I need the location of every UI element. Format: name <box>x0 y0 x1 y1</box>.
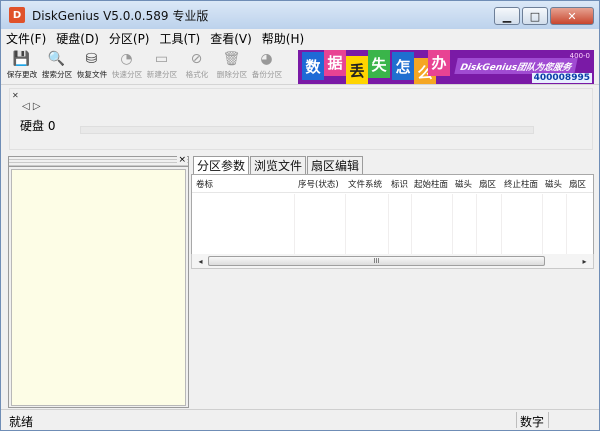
app-window: D DiskGenius V5.0.0.589 专业版 ▁ □ ✕ 文件(F) … <box>0 0 600 431</box>
horizontal-scrollbar[interactable]: ◂ III ▸ <box>191 254 594 269</box>
banner-tile: 怎 <box>392 52 414 80</box>
status-divider <box>516 412 517 428</box>
format-icon: ⊘ <box>190 51 203 67</box>
column-divider <box>345 194 346 255</box>
close-icon[interactable]: × <box>177 155 187 165</box>
tool-label: 新建分区 <box>146 70 177 79</box>
column-divider <box>294 194 295 255</box>
menu-partition[interactable]: 分区(P) <box>104 30 155 47</box>
title-bar[interactable]: D DiskGenius V5.0.0.589 专业版 ▁ □ ✕ <box>1 1 599 29</box>
column-divider <box>388 194 389 255</box>
table-header: 卷标 序号(状态) 文件系统 标识 起始柱面 磁头 扇区 终止柱面 磁头 扇区 <box>192 175 593 193</box>
column-divider <box>501 194 502 255</box>
scrollbar-thumb[interactable]: III <box>208 256 545 266</box>
banner-tag: 400-0 <box>569 52 590 60</box>
backup-partition-icon: ◕ <box>260 51 273 67</box>
column-divider <box>452 194 453 255</box>
banner-tile: 据 <box>324 50 346 76</box>
status-text: 就绪 <box>9 415 34 429</box>
tab-browse-files[interactable]: 浏览文件 <box>250 156 307 174</box>
close-icon[interactable]: ✕ <box>12 91 19 100</box>
disk-nav-arrows[interactable]: ◁ ▷ <box>22 101 41 112</box>
tool-label: 备份分区 <box>251 70 282 79</box>
panel-header: × <box>9 155 188 167</box>
tool-label: 删除分区 <box>216 70 247 79</box>
partition-table[interactable]: 卷标 序号(状态) 文件系统 标识 起始柱面 磁头 扇区 终止柱面 磁头 扇区 <box>191 174 594 255</box>
column-divider <box>566 194 567 255</box>
backup-partition-button[interactable]: ◕ 备份分区 <box>249 48 284 84</box>
menu-tools[interactable]: 工具(T) <box>155 30 206 47</box>
tool-label: 搜索分区 <box>41 70 72 79</box>
maximize-button[interactable]: □ <box>522 7 548 25</box>
menu-help[interactable]: 帮助(H) <box>257 30 309 47</box>
tool-label: 快速分区 <box>111 70 142 79</box>
banner-tile: 失 <box>368 50 390 78</box>
quick-partition-button[interactable]: ◔ 快速分区 <box>109 48 144 84</box>
column-header[interactable]: 序号(状态) <box>298 178 339 190</box>
disk-map-panel: ✕ ◁ ▷ 硬盘 0 <box>9 88 593 150</box>
search-partition-button[interactable]: 🔍 搜索分区 <box>39 48 74 84</box>
disk-map-bar[interactable] <box>80 126 534 134</box>
delete-partition-button[interactable]: 🗑 删除分区 <box>214 48 249 84</box>
scroll-right-icon[interactable]: ▸ <box>577 255 592 267</box>
search-icon: 🔍 <box>47 51 66 67</box>
quick-partition-icon: ◔ <box>120 51 133 67</box>
banner-tile: 数 <box>302 52 324 80</box>
menu-bar: 文件(F) 硬盘(D) 分区(P) 工具(T) 查看(V) 帮助(H) <box>1 29 599 48</box>
disk-tree[interactable] <box>11 169 186 406</box>
banner-tile: 丢 <box>346 56 368 84</box>
column-header[interactable]: 扇区 <box>479 178 496 190</box>
save-changes-button[interactable]: 💾 保存更改 <box>4 48 39 84</box>
column-divider <box>411 194 412 255</box>
delete-partition-icon: 🗑 <box>222 51 241 67</box>
restore-file-icon: ⛁ <box>85 51 98 67</box>
column-header[interactable]: 起始柱面 <box>414 178 448 190</box>
numlock-indicator: 数字 <box>520 415 545 429</box>
disk-label: 硬盘 0 <box>20 119 56 133</box>
status-divider <box>548 412 549 428</box>
column-header[interactable]: 卷标 <box>196 178 213 190</box>
window-title: DiskGenius V5.0.0.589 专业版 <box>32 8 209 23</box>
menu-view[interactable]: 查看(V) <box>205 30 257 47</box>
disk-tree-panel: × <box>8 155 189 408</box>
restore-file-button[interactable]: ⛁ 恢复文件 <box>74 48 109 84</box>
tab-strip: 分区参数 浏览文件 扇区编辑 <box>193 156 364 174</box>
grip-icon: III <box>373 257 380 265</box>
status-bar: 就绪 数字 <box>1 409 599 430</box>
menu-file[interactable]: 文件(F) <box>1 30 51 47</box>
column-divider <box>476 194 477 255</box>
tool-label: 恢复文件 <box>76 70 107 79</box>
minimize-button[interactable]: ▁ <box>494 7 520 25</box>
close-button[interactable]: ✕ <box>550 7 594 25</box>
scroll-left-icon[interactable]: ◂ <box>193 255 208 267</box>
format-button[interactable]: ⊘ 格式化 <box>179 48 214 84</box>
column-header[interactable]: 标识 <box>391 178 408 190</box>
menu-disk[interactable]: 硬盘(D) <box>51 30 104 47</box>
banner-slogan: DiskGenius团队为您服务 <box>454 58 578 74</box>
tab-sector-edit[interactable]: 扇区编辑 <box>307 156 364 174</box>
app-icon[interactable]: D <box>9 7 25 23</box>
ad-banner[interactable]: 数 据 丢 失 怎 么 办 DiskGenius团队为您服务 400-0 400… <box>298 50 594 84</box>
column-header[interactable]: 磁头 <box>545 178 562 190</box>
tool-label: 格式化 <box>185 70 208 79</box>
column-header[interactable]: 文件系统 <box>348 178 382 190</box>
details-panel: 分区参数 浏览文件 扇区编辑 卷标 序号(状态) 文件系统 标识 起始柱面 磁头… <box>191 156 594 408</box>
column-header[interactable]: 扇区 <box>569 178 586 190</box>
table-body <box>192 194 593 255</box>
tool-label: 保存更改 <box>6 70 37 79</box>
new-partition-icon: ▭ <box>154 51 169 67</box>
banner-tile: 办 <box>428 50 450 76</box>
column-header[interactable]: 磁头 <box>455 178 472 190</box>
tab-partition-params[interactable]: 分区参数 <box>193 156 250 174</box>
column-divider <box>542 194 543 255</box>
column-header[interactable]: 终止柱面 <box>504 178 538 190</box>
new-partition-button[interactable]: ▭ 新建分区 <box>144 48 179 84</box>
banner-phone: 400008995 <box>531 73 592 83</box>
save-icon: 💾 <box>12 51 31 67</box>
